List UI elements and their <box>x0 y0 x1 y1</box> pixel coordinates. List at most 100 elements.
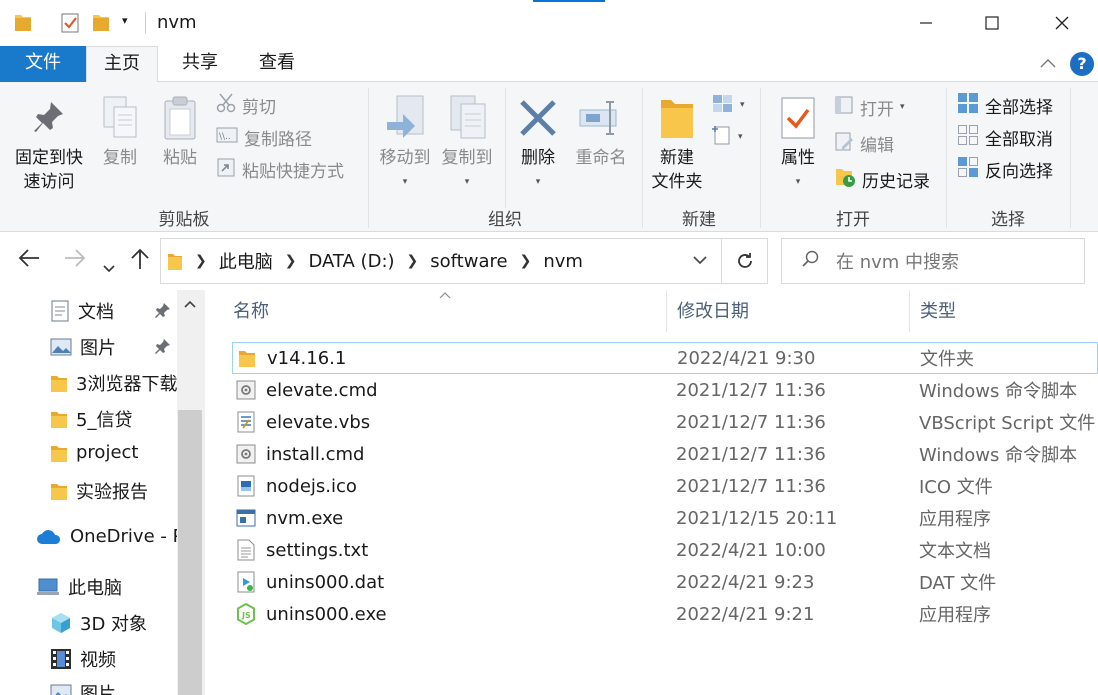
paste-button[interactable]: 粘贴 <box>156 90 204 170</box>
column-header-name[interactable]: 名称 <box>223 290 667 332</box>
file-type: 文本文档 <box>919 541 991 562</box>
select-group-label: 选择 <box>991 210 1025 230</box>
nav-item-onedrive[interactable]: OneDrive - P <box>36 526 183 547</box>
select-none-button[interactable]: 全部取消 <box>957 122 1053 152</box>
refresh-icon[interactable] <box>721 239 767 283</box>
nav-item-documents[interactable]: 文档 <box>50 298 114 324</box>
address-history-dropdown-icon[interactable] <box>679 253 721 269</box>
file-row[interactable]: nvm.exe 2021/12/15 20:11 应用程序 <box>232 502 1098 534</box>
properties-quick-icon[interactable] <box>60 12 80 39</box>
column-header-date-modified[interactable]: 修改日期 <box>667 290 910 332</box>
file-row[interactable]: elevate.vbs 2021/12/7 11:36 VBScript Scrip… <box>232 406 1098 438</box>
invert-selection-button[interactable]: 反向选择 <box>957 154 1053 184</box>
search-placeholder: 在 nvm 中搜索 <box>836 252 960 273</box>
nav-item-folder-credit[interactable]: 5_信贷 <box>50 406 132 432</box>
file-name: unins000.dat <box>266 571 385 593</box>
tab-file[interactable]: 文件 <box>0 46 86 82</box>
cut-label: 剪切 <box>242 97 276 118</box>
chevron-right-icon[interactable]: ❯ <box>407 253 419 269</box>
customize-quick-access-dropdown-icon[interactable]: ▾ <box>122 14 128 27</box>
file-row[interactable]: v14.16.1 2022/4/21 9:30 文件夹 <box>232 342 1098 374</box>
file-row[interactable]: settings.txt 2022/4/21 10:00 文本文档 <box>232 534 1098 566</box>
delete-dropdown-icon: ▾ <box>535 177 541 187</box>
up-arrow-icon[interactable] <box>130 248 150 276</box>
pin-icon[interactable] <box>155 338 171 358</box>
folder-icon <box>14 12 32 37</box>
folder-icon <box>50 481 68 501</box>
rename-button[interactable]: 重命名 <box>568 90 634 170</box>
file-date: 2022/4/21 9:23 <box>676 571 815 593</box>
pin-icon[interactable] <box>155 302 171 322</box>
delete-x-icon <box>512 90 564 146</box>
delete-button[interactable]: 删除 ▾ <box>512 90 564 194</box>
ribbon-controls: ? <box>1040 52 1094 76</box>
file-name-cell: elevate.vbs <box>232 411 676 433</box>
organize-inner-separator <box>505 88 506 208</box>
breadcrumb-item-software[interactable]: software <box>430 251 507 272</box>
copy-button[interactable]: 复制 <box>96 90 144 170</box>
nav-item-videos[interactable]: 视频 <box>50 646 116 672</box>
paste-shortcut-button[interactable]: 粘贴快捷方式 <box>216 154 344 184</box>
search-box[interactable]: 在 nvm 中搜索 <box>781 238 1085 284</box>
close-button[interactable] <box>1028 0 1096 46</box>
copy-to-button[interactable]: 复制到 ▾ <box>436 90 498 194</box>
new-folder-button[interactable]: 新建 文件夹 <box>646 90 708 194</box>
forward-arrow-icon[interactable] <box>64 248 86 274</box>
pin-to-quick-access-button[interactable]: 固定到快 速访问 <box>8 90 90 194</box>
column-header-type[interactable]: 类型 <box>910 290 1098 332</box>
file-row[interactable]: nodejs.ico 2021/12/7 11:36 ICO 文件 <box>232 470 1098 502</box>
move-to-button[interactable]: 移动到 ▾ <box>374 90 436 194</box>
address-bar[interactable]: ❯ 此电脑 ❯ DATA (D:) ❯ software ❯ nvm <box>160 238 768 284</box>
cut-button[interactable]: 剪切 <box>216 90 276 120</box>
chevron-right-icon[interactable]: ❯ <box>520 253 532 269</box>
breadcrumb-item-nvm[interactable]: nvm <box>543 251 583 272</box>
edit-button[interactable]: 编辑 <box>834 128 894 158</box>
nav-item-folder-lab-reports[interactable]: 实验报告 <box>50 478 148 504</box>
new-item-button[interactable]: ▾ <box>712 90 745 120</box>
easy-access-button[interactable]: ▾ <box>712 122 743 152</box>
nav-item-pictures-pc[interactable]: 图片 <box>50 680 116 695</box>
file-row[interactable]: install.cmd 2021/12/7 11:36 Windows 命令脚本 <box>232 438 1098 470</box>
chevron-right-icon[interactable]: ❯ <box>195 253 207 269</box>
text-file-icon <box>236 539 256 561</box>
nav-item-folder-project[interactable]: project <box>50 442 138 463</box>
file-row[interactable]: unins000.dat 2022/4/21 9:23 DAT 文件 <box>232 566 1098 598</box>
tab-share[interactable]: 共享 <box>166 46 234 82</box>
file-type: 应用程序 <box>919 605 991 626</box>
nav-item-this-pc[interactable]: 此电脑 <box>36 574 122 600</box>
history-button[interactable]: 历史记录 <box>834 164 930 194</box>
new-folder-quick-icon[interactable] <box>92 12 110 37</box>
file-row[interactable]: JS unins000.exe 2022/4/21 9:21 应用程序 <box>232 598 1098 630</box>
recent-locations-dropdown-icon[interactable] <box>103 254 115 279</box>
file-date: 2021/12/7 11:36 <box>676 411 826 433</box>
breadcrumb: ❯ 此电脑 ❯ DATA (D:) ❯ software ❯ nvm <box>161 248 679 274</box>
file-name: settings.txt <box>266 539 369 561</box>
copy-path-button[interactable]: \\.. 复制路径 <box>216 122 312 152</box>
back-arrow-icon[interactable] <box>18 248 40 274</box>
collapse-ribbon-icon[interactable] <box>1040 56 1056 72</box>
nav-item-pictures[interactable]: 图片 <box>50 334 116 360</box>
folder-icon <box>50 409 68 429</box>
properties-checkmark-icon <box>772 90 824 146</box>
file-type: VBScript Script 文件 <box>919 413 1096 434</box>
nav-item-3d-objects[interactable]: 3D 对象 <box>50 610 147 636</box>
breadcrumb-item-data-drive[interactable]: DATA (D:) <box>308 251 394 272</box>
tab-home[interactable]: 主页 <box>86 46 158 83</box>
file-row[interactable]: elevate.cmd 2021/12/7 11:36 Windows 命令脚本 <box>232 374 1098 406</box>
select-none-label: 全部取消 <box>985 129 1053 150</box>
scroll-up-arrow-icon[interactable] <box>177 290 203 318</box>
nav-item-folder-browser-downloads[interactable]: 3浏览器下载 <box>50 370 177 396</box>
maximize-button[interactable] <box>958 0 1026 46</box>
tab-view[interactable]: 查看 <box>244 46 310 82</box>
minimize-button[interactable] <box>892 0 960 46</box>
select-all-button[interactable]: 全部选择 <box>957 90 1053 120</box>
nav-scrollbar-thumb[interactable] <box>178 410 202 695</box>
document-icon <box>50 300 70 322</box>
nodejs-exe-icon: JS <box>236 603 256 625</box>
properties-button[interactable]: 属性 ▾ <box>772 90 824 194</box>
open-button[interactable]: 打开 ▾ <box>834 92 905 122</box>
breadcrumb-item-this-pc[interactable]: 此电脑 <box>219 248 273 274</box>
chevron-right-icon[interactable]: ❯ <box>285 253 297 269</box>
paste-shortcut-icon <box>216 157 236 182</box>
help-icon[interactable]: ? <box>1070 52 1094 76</box>
